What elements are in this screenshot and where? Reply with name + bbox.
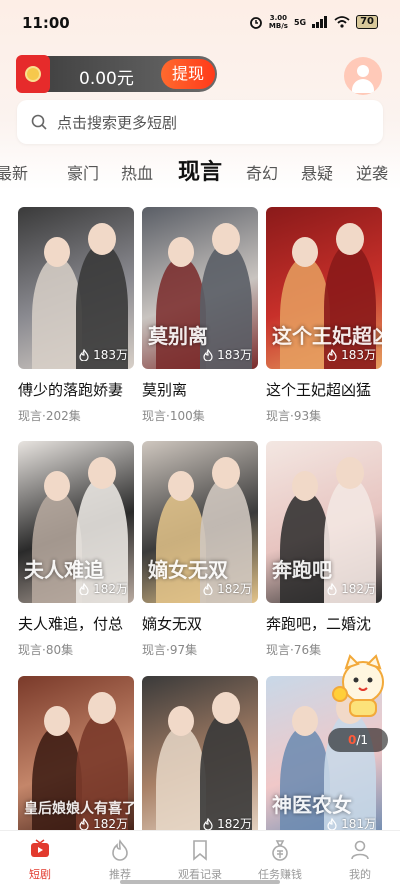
search-bar[interactable]: 点击搜索更多短剧	[17, 100, 383, 144]
alarm-icon	[250, 17, 262, 29]
tab-suspense[interactable]: 悬疑	[301, 160, 333, 184]
nav-history[interactable]: 观看记录	[160, 839, 240, 882]
tab-fantasy[interactable]: 奇幻	[246, 160, 278, 184]
home-indicator	[120, 880, 280, 884]
poster-figure	[156, 257, 206, 369]
nav-shorts[interactable]: 短剧	[0, 839, 80, 882]
drama-poster: 182万	[142, 676, 258, 838]
drama-title: 夫人难追，付总	[18, 615, 124, 633]
drama-poster: 夫人难追 182万	[18, 441, 134, 603]
poster-title-art: 夫人难追	[24, 558, 104, 582]
drama-poster: 奔跑吧 182万	[266, 441, 382, 603]
tab-hot-blood[interactable]: 热血	[121, 160, 153, 184]
view-count: 182万	[202, 580, 252, 597]
wallet-amount: 0.00元	[79, 69, 134, 89]
avatar[interactable]	[344, 57, 382, 95]
tab-latest[interactable]: 最新	[0, 160, 28, 184]
drama-poster: 皇后娘娘人有喜了 182万	[18, 676, 134, 838]
drama-meta: 现言·100集	[142, 409, 205, 423]
poster-figure	[156, 726, 206, 838]
drama-title: 莫别离	[142, 381, 188, 399]
drama-meta: 现言·202集	[18, 409, 81, 423]
view-count: 183万	[202, 346, 252, 363]
poster-figure	[32, 257, 82, 369]
withdraw-button[interactable]: 提现	[161, 59, 215, 89]
tab-modern-romance[interactable]: 现言	[178, 154, 222, 186]
view-count: 183万	[326, 346, 376, 363]
drama-card[interactable]: 嫡女无双 182万 嫡女无双 现言·97集	[142, 441, 258, 658]
tab-comeback[interactable]: 逆袭	[356, 160, 388, 184]
poster-figure	[32, 491, 82, 603]
drama-title: 嫡女无双	[142, 615, 203, 633]
poster-title-art: 莫别离	[148, 324, 208, 348]
drama-poster: 183万	[18, 207, 134, 369]
poster-title-art: 神医农女	[272, 793, 352, 817]
nav-label: 短剧	[29, 868, 51, 881]
flame-icon	[79, 817, 89, 830]
drama-card[interactable]: 皇后娘娘人有喜了 182万	[18, 676, 134, 838]
flame-icon	[79, 348, 89, 361]
flame-icon	[327, 582, 337, 595]
status-icons: 3.00 MB/s 5G 70	[249, 14, 378, 30]
status-time: 11:00	[22, 14, 70, 32]
search-icon	[31, 114, 47, 130]
drama-poster: 嫡女无双 182万	[142, 441, 258, 603]
drama-card[interactable]: 182万	[142, 676, 258, 838]
poster-figure	[32, 726, 82, 838]
drama-card[interactable]: 这个王妃超凶猛 183万 这个王妃超凶猛 现言·93集	[266, 207, 382, 424]
drama-card[interactable]: 奔跑吧 182万 奔跑吧，二婚沈 现言·76集	[266, 441, 382, 658]
flame-icon	[79, 582, 89, 595]
poster-figure	[280, 257, 330, 369]
flame-icon	[203, 348, 213, 361]
poster-title-art: 嫡女无双	[148, 558, 228, 582]
network-type: 5G	[293, 17, 307, 27]
drama-poster: 这个王妃超凶猛 183万	[266, 207, 382, 369]
poster-title-art: 奔跑吧	[272, 558, 332, 582]
drama-title: 傅少的落跑娇妻	[18, 381, 124, 399]
flame-icon	[327, 817, 337, 830]
drama-meta: 现言·97集	[142, 643, 198, 657]
nav-tasks[interactable]: 任务赚钱	[240, 839, 320, 882]
drama-meta: 现言·80集	[18, 643, 74, 657]
flame-icon	[203, 817, 213, 830]
wallet-bar[interactable]: 0.00元 提现	[16, 55, 217, 93]
nav-profile[interactable]: 我的	[320, 839, 400, 882]
flame-icon	[112, 839, 128, 861]
wifi-icon	[334, 16, 350, 28]
battery-indicator: 70	[356, 15, 378, 29]
signal-icon	[312, 16, 328, 28]
search-placeholder: 点击搜索更多短剧	[57, 114, 178, 132]
drama-card[interactable]: 莫别离 183万 莫别离 现言·100集	[142, 207, 258, 424]
nav-recommend[interactable]: 推荐	[80, 839, 160, 882]
view-count: 182万	[326, 580, 376, 597]
flame-icon	[203, 582, 213, 595]
lucky-cat-icon[interactable]	[332, 654, 394, 720]
drama-card[interactable]: 183万 傅少的落跑娇妻 现言·202集	[18, 207, 134, 424]
drama-title: 这个王妃超凶猛	[266, 381, 372, 399]
nav-label: 我的	[349, 868, 371, 881]
drama-meta: 现言·93集	[266, 409, 322, 423]
tv-icon	[31, 839, 49, 857]
red-envelope-icon	[16, 55, 50, 93]
drama-poster: 莫别离 183万	[142, 207, 258, 369]
money-bag-icon	[272, 840, 288, 861]
poster-figure	[280, 491, 330, 603]
person-icon	[357, 65, 369, 77]
flame-icon	[327, 348, 337, 361]
task-counter[interactable]: 0/1	[328, 728, 388, 752]
net-speed: 3.00 MB/s	[268, 14, 288, 30]
tab-wealthy[interactable]: 豪门	[67, 160, 99, 184]
view-count: 183万	[78, 346, 128, 363]
poster-figure	[156, 491, 206, 603]
status-bar: 11:00 3.00 MB/s 5G 70	[0, 0, 400, 48]
drama-title: 奔跑吧，二婚沈	[266, 615, 372, 633]
bookmark-icon	[193, 840, 207, 861]
view-count: 182万	[78, 580, 128, 597]
person-icon	[351, 840, 369, 860]
category-tabs: 最新 豪门 热血 现言 奇幻 悬疑 逆袭	[0, 152, 400, 192]
drama-card[interactable]: 夫人难追 182万 夫人难追，付总 现言·80集	[18, 441, 134, 658]
poster-figure	[280, 726, 330, 838]
poster-title-art: 这个王妃超凶猛	[272, 324, 382, 348]
